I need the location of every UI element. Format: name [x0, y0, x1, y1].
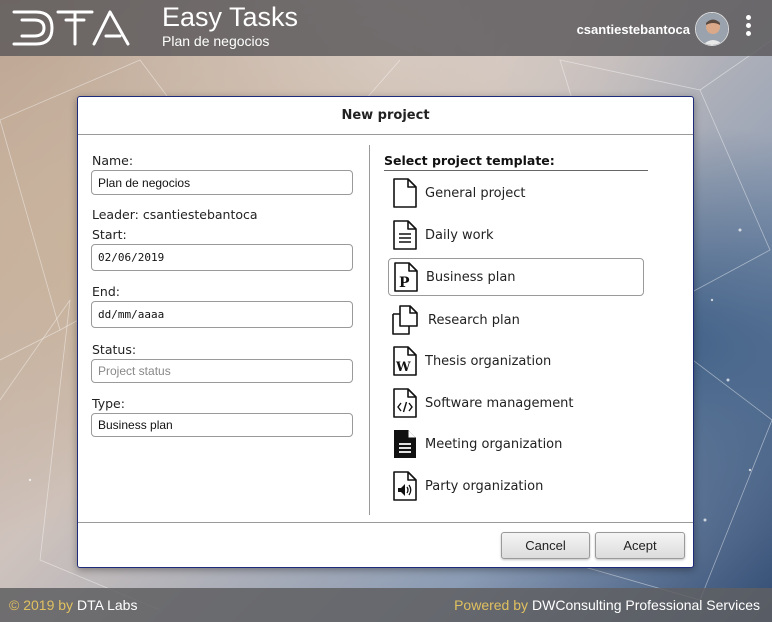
copy-documents-icon — [392, 305, 418, 335]
end-label: End: — [92, 284, 120, 299]
p-document-icon: P — [394, 262, 418, 292]
speaker-document-icon — [393, 471, 417, 501]
template-business-plan[interactable]: P Business plan — [388, 258, 644, 296]
provider-link[interactable]: DWConsulting Professional Services — [532, 597, 760, 613]
status-label: Status: — [92, 342, 137, 357]
more-menu-icon[interactable] — [742, 15, 754, 41]
template-label: Party organization — [425, 478, 544, 494]
template-label: Business plan — [426, 269, 516, 285]
app-subtitle: Plan de negocios — [162, 33, 270, 49]
username[interactable]: csantiestebantoca — [577, 22, 690, 37]
template-label: Software management — [425, 395, 574, 411]
template-research-plan[interactable]: Research plan — [388, 301, 644, 339]
template-label: Daily work — [425, 227, 494, 243]
avatar[interactable] — [695, 12, 729, 46]
template-label: General project — [425, 185, 526, 201]
new-project-dialog: New project Name: Leader: csantiestebant… — [77, 96, 694, 568]
dta-logo — [10, 8, 134, 52]
template-daily-work[interactable]: Daily work — [388, 216, 644, 254]
copyright-text: © 2019 by DTA Labs — [9, 597, 137, 613]
template-heading: Select project template: — [384, 153, 648, 171]
lined-document-icon — [393, 220, 417, 250]
column-divider — [369, 145, 370, 515]
template-thesis-organization[interactable]: W Thesis organization — [388, 342, 644, 380]
svg-text:W: W — [395, 360, 411, 375]
template-meeting-organization[interactable]: Meeting organization — [388, 425, 644, 463]
code-document-icon — [393, 388, 417, 418]
app-title: Easy Tasks — [162, 2, 299, 32]
svg-text:P: P — [399, 275, 410, 291]
template-general-project[interactable]: General project — [388, 174, 644, 212]
blank-document-icon — [393, 178, 417, 208]
status-field[interactable] — [91, 359, 353, 383]
end-date-field[interactable] — [91, 301, 353, 328]
powered-by-text: Powered by DWConsulting Professional Serv… — [454, 597, 760, 613]
template-label: Thesis organization — [425, 353, 552, 369]
start-date-field[interactable] — [91, 244, 353, 271]
leader-text: Leader: csantiestebantoca — [92, 207, 258, 222]
template-party-organization[interactable]: Party organization — [388, 467, 644, 505]
app-header: Easy Tasks Plan de negocios csantiesteba… — [0, 0, 772, 56]
cancel-button[interactable]: Cancel — [501, 532, 590, 559]
name-field[interactable] — [91, 170, 353, 195]
template-label: Meeting organization — [425, 436, 563, 452]
copyright-label: © 2019 by — [9, 597, 74, 613]
app-footer: © 2019 by DTA Labs Powered by DWConsulting… — [0, 588, 772, 622]
type-label: Type: — [92, 396, 125, 411]
template-software-management[interactable]: Software management — [388, 384, 644, 422]
name-label: Name: — [92, 153, 134, 168]
template-label: Research plan — [428, 312, 520, 328]
type-field[interactable] — [91, 413, 353, 437]
w-document-icon: W — [393, 346, 417, 376]
start-label: Start: — [92, 227, 127, 242]
company-link[interactable]: DTA Labs — [77, 597, 137, 613]
dialog-footer-divider — [78, 522, 693, 523]
dialog-title: New project — [78, 97, 693, 135]
accept-button[interactable]: Acept — [595, 532, 685, 559]
powered-by-label: Powered by — [454, 597, 529, 613]
filled-document-icon — [394, 430, 416, 458]
